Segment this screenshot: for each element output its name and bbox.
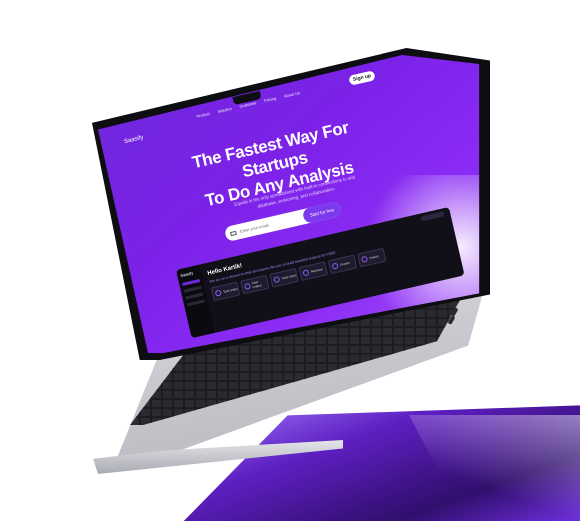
stat-card[interactable]: Revenue	[298, 261, 329, 282]
stat-label: Revenue	[310, 267, 323, 274]
stat-card[interactable]: Total Users	[269, 268, 299, 288]
stat-label: Visitors	[368, 254, 380, 261]
stat-card[interactable]: Visitors	[357, 247, 387, 268]
ring-icon	[273, 275, 281, 284]
stat-label: Total Sales	[222, 286, 238, 294]
ring-icon	[214, 289, 222, 297]
ring-icon	[331, 262, 339, 270]
stat-label: Total Orders	[251, 279, 262, 290]
ring-icon	[360, 255, 369, 263]
ring-icon	[302, 269, 310, 277]
email-input[interactable]: Enter your email	[240, 222, 270, 233]
stat-card[interactable]: Growth	[327, 254, 358, 275]
stat-label: Total Users	[281, 273, 297, 281]
ring-icon	[243, 282, 251, 290]
stat-card[interactable]: Total Sales	[210, 281, 241, 302]
stat-card[interactable]: Total Orders	[240, 274, 270, 295]
mail-icon	[229, 230, 237, 236]
stat-label: Growth	[339, 260, 350, 267]
user-chip[interactable]	[420, 211, 445, 222]
